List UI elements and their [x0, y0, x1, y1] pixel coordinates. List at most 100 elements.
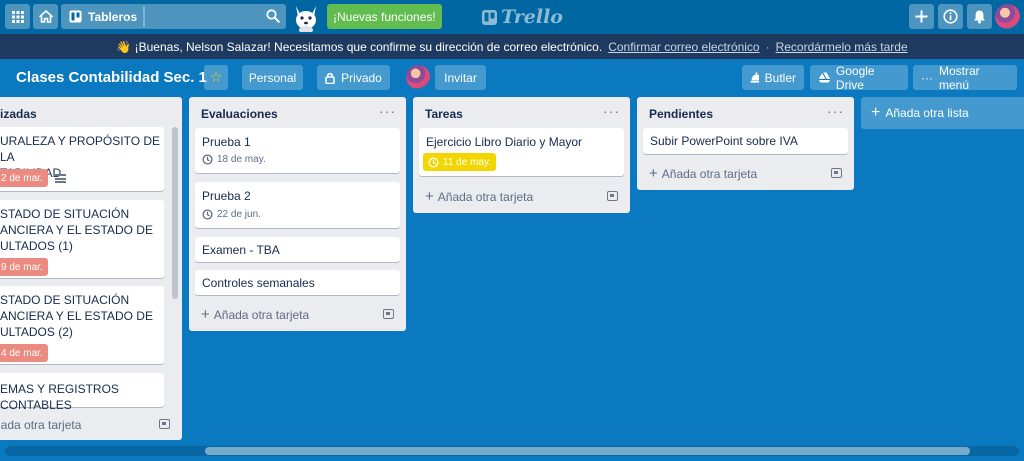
plus-icon: +	[425, 188, 434, 205]
notifications-button[interactable]	[967, 4, 992, 29]
add-card-label: Añada otra tarjeta	[213, 308, 310, 322]
list-menu-icon[interactable]: ···	[603, 103, 620, 119]
list-evaluaciones: Evaluaciones ··· Prueba 1 18 de may. Pru…	[189, 97, 406, 331]
add-list-button[interactable]: + Añada otra lista	[861, 97, 1024, 129]
trello-logo-icon	[482, 9, 497, 25]
list-title[interactable]: Pendientes	[649, 107, 713, 121]
member-avatar[interactable]	[406, 65, 430, 89]
due-date-text: 22 de jun.	[217, 209, 261, 220]
search-input[interactable]	[143, 4, 263, 29]
home-button[interactable]	[33, 4, 58, 29]
due-date-text: 11 de may.	[443, 156, 491, 168]
due-date-badge: 18 de may.	[202, 154, 266, 165]
privacy-label: Privado	[341, 70, 382, 85]
due-date-text: 18 de may.	[217, 154, 266, 165]
privacy-button[interactable]: Privado	[317, 65, 390, 90]
user-avatar[interactable]	[995, 4, 1020, 29]
butler-bell-icon	[750, 72, 759, 83]
add-card-button[interactable]: ñada otra tarjeta	[0, 418, 81, 432]
card-template-icon[interactable]	[607, 191, 618, 201]
due-date-badge: 9 de mar.	[0, 258, 48, 276]
card[interactable]: URALEZA Y PROPÓSITO DE LA TABILIDAD 2 de…	[0, 127, 164, 191]
banner-message: 👋 ¡Buenas, Nelson Salazar! Necesitamos q…	[116, 39, 603, 54]
list-title[interactable]: izadas	[0, 107, 37, 121]
list-vertical-scrollbar[interactable]	[172, 127, 178, 299]
card-title: Prueba 1	[202, 135, 251, 149]
team-visibility-button[interactable]: Personal	[242, 65, 303, 90]
card[interactable]: EMAS Y REGISTROS CONTABLES	[0, 373, 164, 412]
invite-button[interactable]: Invitar	[435, 65, 486, 90]
star-board-button[interactable]: ☆	[204, 65, 228, 90]
add-list-label: Añada otra lista	[885, 106, 969, 120]
card-title: Examen - TBA	[202, 243, 280, 257]
list-pendientes: Pendientes ··· Subir PowerPoint sobre IV…	[637, 97, 854, 190]
new-features-button[interactable]: ¡Nuevas funciones!	[327, 4, 442, 29]
card[interactable]: Ejercicio Libro Diario y Mayor 11 de may…	[419, 128, 624, 176]
create-button[interactable]	[909, 4, 934, 29]
card-title: Ejercicio Libro Diario y Mayor	[426, 135, 583, 149]
due-date-text: 9 de mar.	[1, 261, 43, 273]
board-icon	[69, 10, 82, 23]
show-menu-label: Mostrar menú	[939, 63, 980, 92]
plus-icon: +	[871, 104, 881, 121]
card[interactable]: STADO DE SITUACIÓN ANCIERA Y EL ESTADO D…	[0, 286, 164, 364]
add-card-button[interactable]: + Añada otra tarjeta	[201, 306, 310, 323]
list-menu-icon[interactable]: ···	[827, 103, 844, 119]
due-date-text: 2 de mar.	[1, 172, 43, 184]
list-title[interactable]: Tareas	[425, 107, 463, 121]
card-title: Subir PowerPoint sobre IVA	[650, 134, 798, 148]
card[interactable]: Subir PowerPoint sobre IVA	[643, 128, 848, 154]
card[interactable]: Controles semanales	[195, 270, 400, 295]
lock-icon	[325, 72, 335, 84]
list-tareas: Tareas ··· Ejercicio Libro Diario y Mayo…	[413, 97, 630, 213]
card[interactable]: Prueba 1 18 de may.	[195, 128, 400, 173]
show-menu-button[interactable]: ··· Mostrar menú	[913, 63, 1017, 92]
bell-icon	[974, 10, 985, 24]
google-drive-button[interactable]: Google Drive	[810, 63, 908, 92]
due-date-badge: 4 de mar.	[0, 344, 48, 362]
description-icon	[55, 174, 66, 183]
apps-button[interactable]	[5, 4, 30, 29]
trello-logo[interactable]: Trello	[482, 5, 563, 29]
google-drive-label: Google Drive	[835, 63, 875, 92]
list-menu-icon[interactable]: ···	[379, 103, 396, 119]
butler-label: Butler	[764, 70, 796, 85]
list-title[interactable]: Evaluaciones	[201, 107, 278, 121]
search-icon[interactable]	[266, 9, 280, 23]
add-card-label: ñada otra tarjeta	[0, 418, 82, 432]
card[interactable]: STADO DE SITUACIÓN ANCIERA Y EL ESTADO D…	[0, 200, 164, 278]
due-date-badge: 22 de jun.	[202, 209, 261, 220]
taco-mascot-icon[interactable]	[290, 2, 322, 32]
butler-button[interactable]: Butler	[742, 65, 804, 90]
due-date-badge: 2 de mar.	[0, 169, 48, 187]
search-box[interactable]	[143, 4, 286, 29]
info-button[interactable]	[938, 4, 963, 29]
card-template-icon[interactable]	[831, 168, 842, 178]
scrollbar-thumb[interactable]	[205, 447, 970, 455]
card[interactable]: Examen - TBA	[195, 237, 400, 262]
clock-icon	[202, 154, 213, 165]
due-date-badge: 11 de may.	[423, 153, 496, 171]
add-card-button[interactable]: + Añada otra tarjeta	[425, 188, 533, 205]
banner-separator: ·	[765, 39, 770, 54]
confirm-email-link[interactable]: Confirmar correo electrónico	[608, 40, 759, 54]
boards-button[interactable]: Tableros	[61, 4, 146, 29]
add-card-button[interactable]: + Añada otra tarjeta	[649, 166, 757, 181]
card-title: Controles semanales	[202, 276, 315, 290]
email-confirmation-banner: 👋 ¡Buenas, Nelson Salazar! Necesitamos q…	[0, 34, 1024, 59]
card[interactable]: Prueba 2 22 de jun.	[195, 182, 400, 228]
card-template-icon[interactable]	[383, 309, 394, 319]
due-date-text: 4 de mar.	[1, 347, 43, 359]
remind-later-link[interactable]: Recordármelo más tarde	[776, 40, 908, 54]
card-title: Prueba 2	[202, 189, 251, 203]
card-title: EMAS Y REGISTROS CONTABLES	[0, 382, 119, 412]
boards-label: Tableros	[88, 9, 138, 24]
apps-grid-icon	[11, 10, 24, 23]
plus-icon: +	[201, 306, 210, 323]
board-title[interactable]: Clases Contabilidad Sec. 1	[16, 69, 207, 86]
home-icon	[38, 10, 53, 23]
info-icon	[943, 9, 958, 24]
more-dots-icon: ···	[921, 70, 933, 85]
google-drive-icon	[818, 72, 830, 83]
card-template-icon[interactable]	[159, 419, 170, 429]
